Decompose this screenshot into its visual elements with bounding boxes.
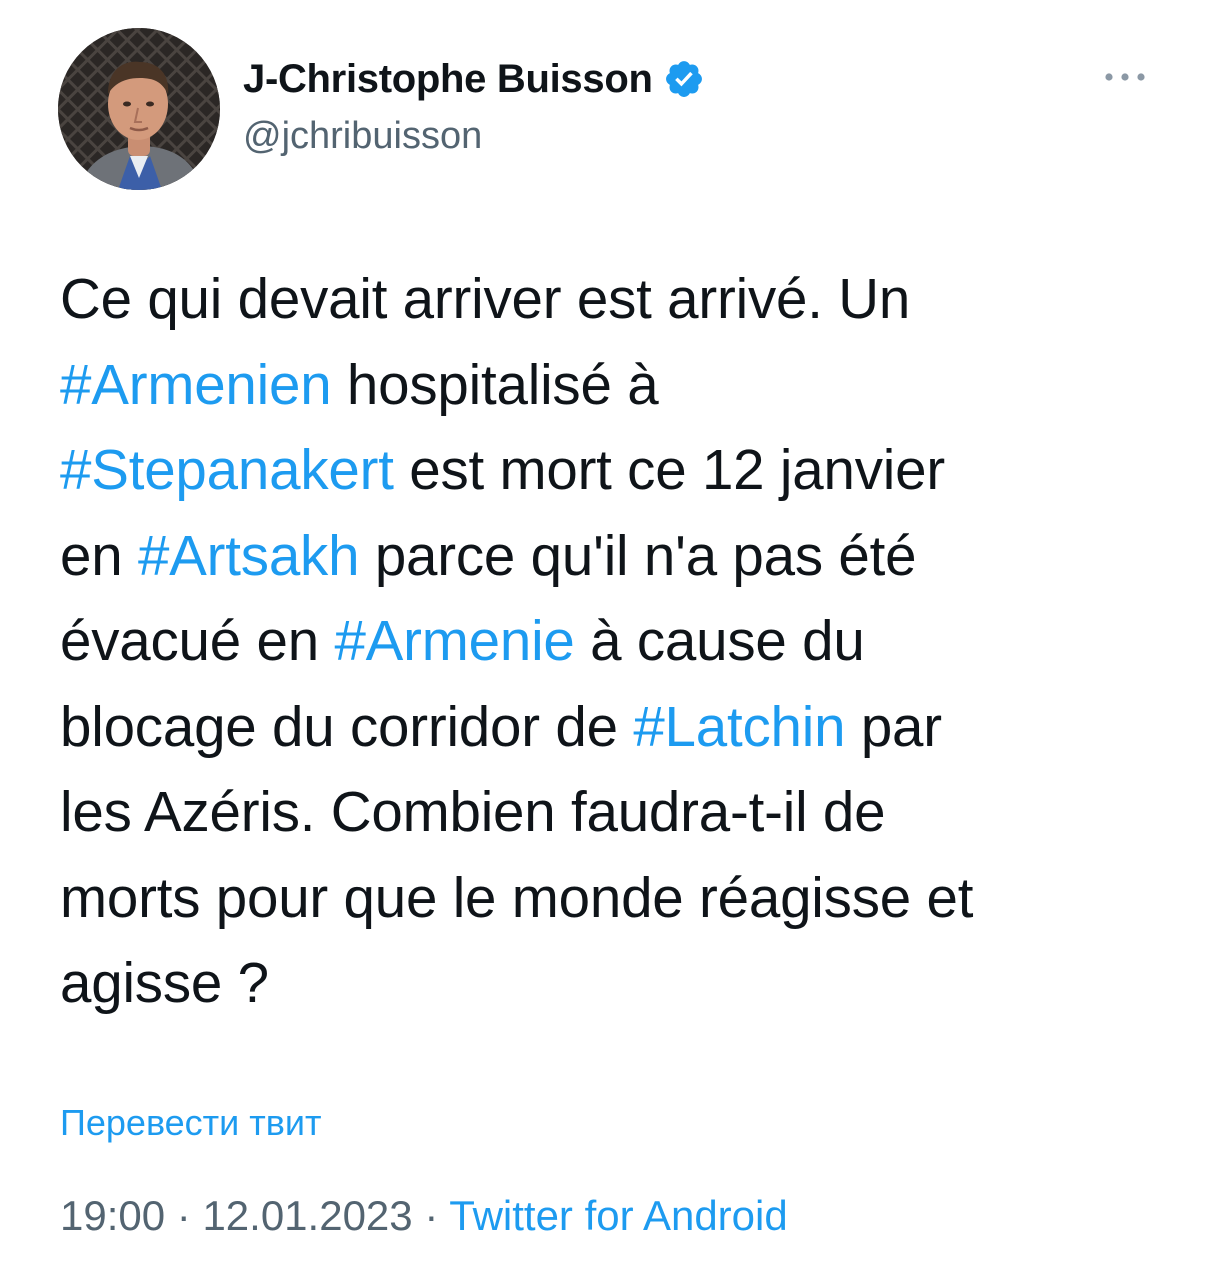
hashtag-link[interactable]: #Armenien: [60, 353, 332, 416]
hashtag-link[interactable]: #Artsakh: [138, 524, 360, 587]
avatar[interactable]: [58, 28, 220, 190]
tweet-text-line: en #Artsakh parce qu'il n'a pas été: [60, 513, 1160, 599]
tweet-text-segment: morts pour que le monde réagisse et: [60, 865, 974, 929]
hashtag-link[interactable]: #Latchin: [633, 695, 845, 758]
tweet-text-segment: agisse ?: [60, 951, 269, 1014]
tweet-text-segment: blocage du corridor de: [60, 694, 634, 758]
meta-separator: ·: [165, 1192, 203, 1239]
tweet-text-segment: à cause du: [574, 609, 865, 672]
tweet-text-line: évacué en #Armenie à cause du: [60, 598, 1160, 684]
tweet-text-line: Ce qui devait arriver est arrivé. Un: [60, 256, 1160, 342]
author-name-row: J-Christophe Buisson: [243, 53, 705, 105]
tweet-text-line: blocage du corridor de #Latchin par: [60, 684, 1160, 770]
tweet-text-line: #Armenien hospitalisé à: [60, 342, 1160, 428]
tweet-text-segment: évacué en: [60, 609, 335, 672]
tweet-text-line: les Azéris. Combien faudra-t-il de: [60, 769, 1160, 855]
tweet-text-segment: Ce qui devait arriver est arrivé. Un: [60, 267, 911, 330]
meta-separator: ·: [412, 1192, 450, 1239]
author-display-name[interactable]: J-Christophe Buisson: [243, 57, 653, 102]
tweet: J-Christophe Buisson @jchribuisson Ce qu…: [0, 0, 1211, 1280]
avatar-photo: [58, 28, 220, 190]
tweet-text-segment: par: [845, 694, 942, 758]
verified-badge-icon: [663, 58, 705, 100]
tweet-text-line: agisse ?: [60, 940, 1160, 1026]
tweet-text-segment: en: [60, 523, 138, 587]
author-handle[interactable]: @jchribuisson: [243, 115, 482, 158]
hashtag-link[interactable]: #Armenie: [334, 609, 574, 672]
tweet-text: Ce qui devait arriver est arrivé. Un #Arm…: [60, 256, 1160, 1026]
tweet-text-line: morts pour que le monde réagisse et: [60, 855, 1160, 941]
translate-tweet-link[interactable]: Перевести твит: [60, 1102, 322, 1144]
hashtag-link[interactable]: #Stepanakert: [60, 438, 394, 501]
tweet-source-link[interactable]: Twitter for Android: [449, 1192, 787, 1239]
tweet-time[interactable]: 19:00: [60, 1192, 165, 1239]
tweet-meta: 19:00 · 12.01.2023 · Twitter for Android: [60, 1192, 788, 1240]
tweet-date[interactable]: 12.01.2023: [202, 1192, 412, 1239]
tweet-text-segment: parce qu'il n'a pas été: [359, 523, 917, 587]
more-options-icon[interactable]: [1100, 60, 1150, 94]
tweet-text-segment: les Azéris. Combien faudra-t-il de: [60, 780, 886, 843]
tweet-text-segment: est mort ce 12 janvier: [393, 438, 945, 501]
tweet-text-segment: hospitalisé à: [331, 352, 659, 416]
tweet-text-line: #Stepanakert est mort ce 12 janvier: [60, 427, 1160, 513]
